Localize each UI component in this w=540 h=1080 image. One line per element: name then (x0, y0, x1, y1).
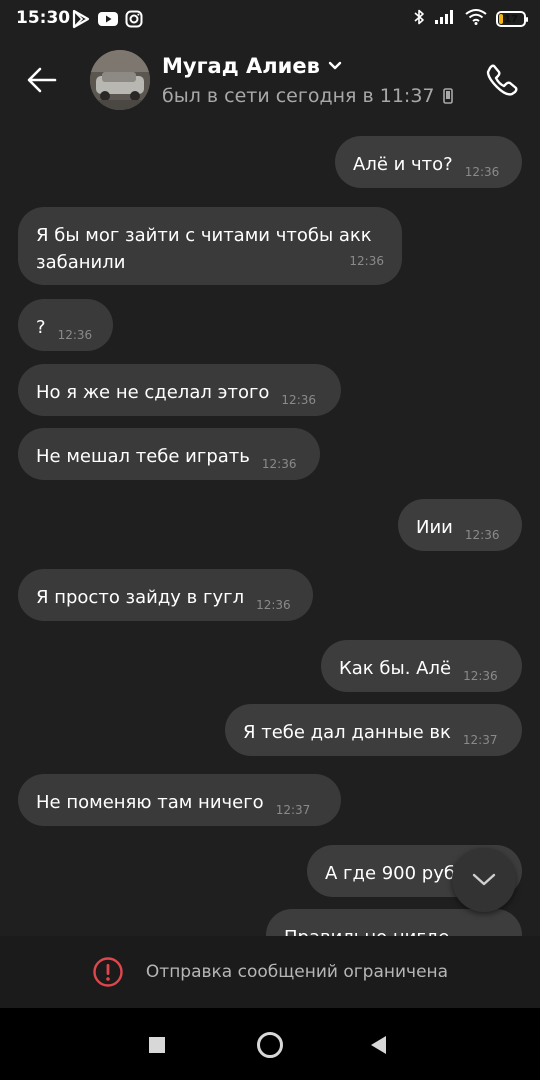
message-text: Я бы мог зайти с читами чтобы акк забани… (36, 225, 372, 273)
bluetooth-icon (413, 8, 425, 30)
youtube-icon (97, 10, 119, 32)
back-triangle-icon (371, 1036, 386, 1054)
status-app-icons (71, 9, 143, 33)
message-list[interactable]: Алё и что? 12:36 Я бы мог зайти с читами … (0, 126, 540, 936)
back-arrow-icon (27, 67, 57, 93)
contact-status: был в сети сегодня в 11:37 (162, 85, 435, 107)
call-button[interactable] (480, 58, 524, 102)
message-time: 12:36 (281, 393, 317, 407)
recents-square-icon (149, 1037, 165, 1053)
contact-name: Мугад Алиев (162, 54, 320, 78)
battery-fill (499, 14, 504, 24)
phone-icon (486, 64, 518, 96)
wifi-icon (465, 9, 487, 29)
chevron-down-icon (472, 873, 496, 886)
chevron-down-icon (328, 61, 342, 70)
message-bubble-incoming[interactable]: ? 12:36 (18, 299, 113, 351)
home-button[interactable] (253, 1028, 287, 1062)
play-store-icon (71, 9, 91, 33)
contact-status-row: был в сети сегодня в 11:37 (162, 85, 453, 107)
message-bubble-incoming[interactable]: Не поменяю там ничего 12:37 (18, 774, 341, 826)
avatar-image (90, 50, 150, 110)
message-text: Алё и что? (353, 154, 453, 175)
avatar[interactable] (90, 50, 150, 110)
message-text: Иии (416, 517, 453, 538)
message-time: 12:36 (256, 598, 291, 612)
signal-icon (434, 9, 456, 29)
alert-circle-icon (93, 957, 123, 987)
message-text: Правильно нигде (284, 927, 449, 936)
battery-icon: 17 (496, 11, 528, 27)
message-bubble-outgoing[interactable]: Как бы. Алё 12:36 (321, 640, 522, 692)
recents-button[interactable] (140, 1028, 174, 1062)
contact-name-row[interactable]: Мугад Алиев (162, 54, 342, 78)
status-right: 17 (413, 8, 528, 30)
message-time: 12:36 (261, 457, 297, 471)
message-text: Я просто зайду в гугл (36, 587, 245, 608)
message-text: Не поменяю там ничего (36, 792, 264, 813)
restriction-text: Отправка сообщений ограничена (145, 962, 449, 982)
back-nav-button[interactable] (362, 1028, 396, 1062)
message-time: 12:36 (57, 328, 93, 342)
message-bubble-incoming[interactable]: Но я же не сделал этого 12:36 (18, 364, 341, 416)
home-circle-icon (257, 1032, 283, 1058)
message-time: 12:37 (275, 803, 311, 817)
back-button[interactable] (22, 60, 62, 100)
instagram-icon (125, 10, 143, 32)
message-text: Не мешал тебе играть (36, 446, 250, 467)
message-text: Я тебе дал данные вк (243, 722, 451, 743)
message-text: Как бы. Алё (339, 658, 452, 679)
messaging-restricted-bar: Отправка сообщений ограничена (0, 936, 540, 1008)
message-bubble-outgoing[interactable]: Алё и что? 12:36 (335, 136, 522, 188)
message-time: 12:37 (462, 733, 498, 747)
battery-level: 17 (504, 13, 518, 25)
message-time: 12:36 (464, 165, 500, 179)
chat-header: Мугад Алиев был в сети сегодня в 11:37 (0, 36, 540, 126)
status-bar: 15:30 17 (0, 0, 540, 36)
message-time: 12:36 (463, 669, 498, 683)
mobile-device-icon (442, 88, 453, 104)
message-text: ? (36, 317, 46, 338)
message-bubble-incoming[interactable]: Я просто зайду в гугл 12:36 (18, 569, 313, 621)
message-time: 12:36 (349, 254, 384, 268)
message-time: 12:36 (464, 528, 500, 542)
system-nav-bar (0, 1008, 540, 1080)
scroll-down-button[interactable] (452, 848, 516, 912)
status-time: 15:30 (16, 8, 71, 28)
message-bubble-outgoing[interactable]: Правильно нигде (266, 909, 522, 936)
message-text: Но я же не сделал этого (36, 382, 270, 403)
message-bubble-incoming[interactable]: Я бы мог зайти с читами чтобы акк забани… (18, 207, 402, 285)
message-bubble-outgoing[interactable]: Я тебе дал данные вк 12:37 (225, 704, 522, 756)
message-bubble-incoming[interactable]: Не мешал тебе играть 12:36 (18, 428, 320, 480)
message-bubble-outgoing[interactable]: Иии 12:36 (398, 499, 522, 551)
message-text: А где 900 руб (325, 863, 455, 884)
